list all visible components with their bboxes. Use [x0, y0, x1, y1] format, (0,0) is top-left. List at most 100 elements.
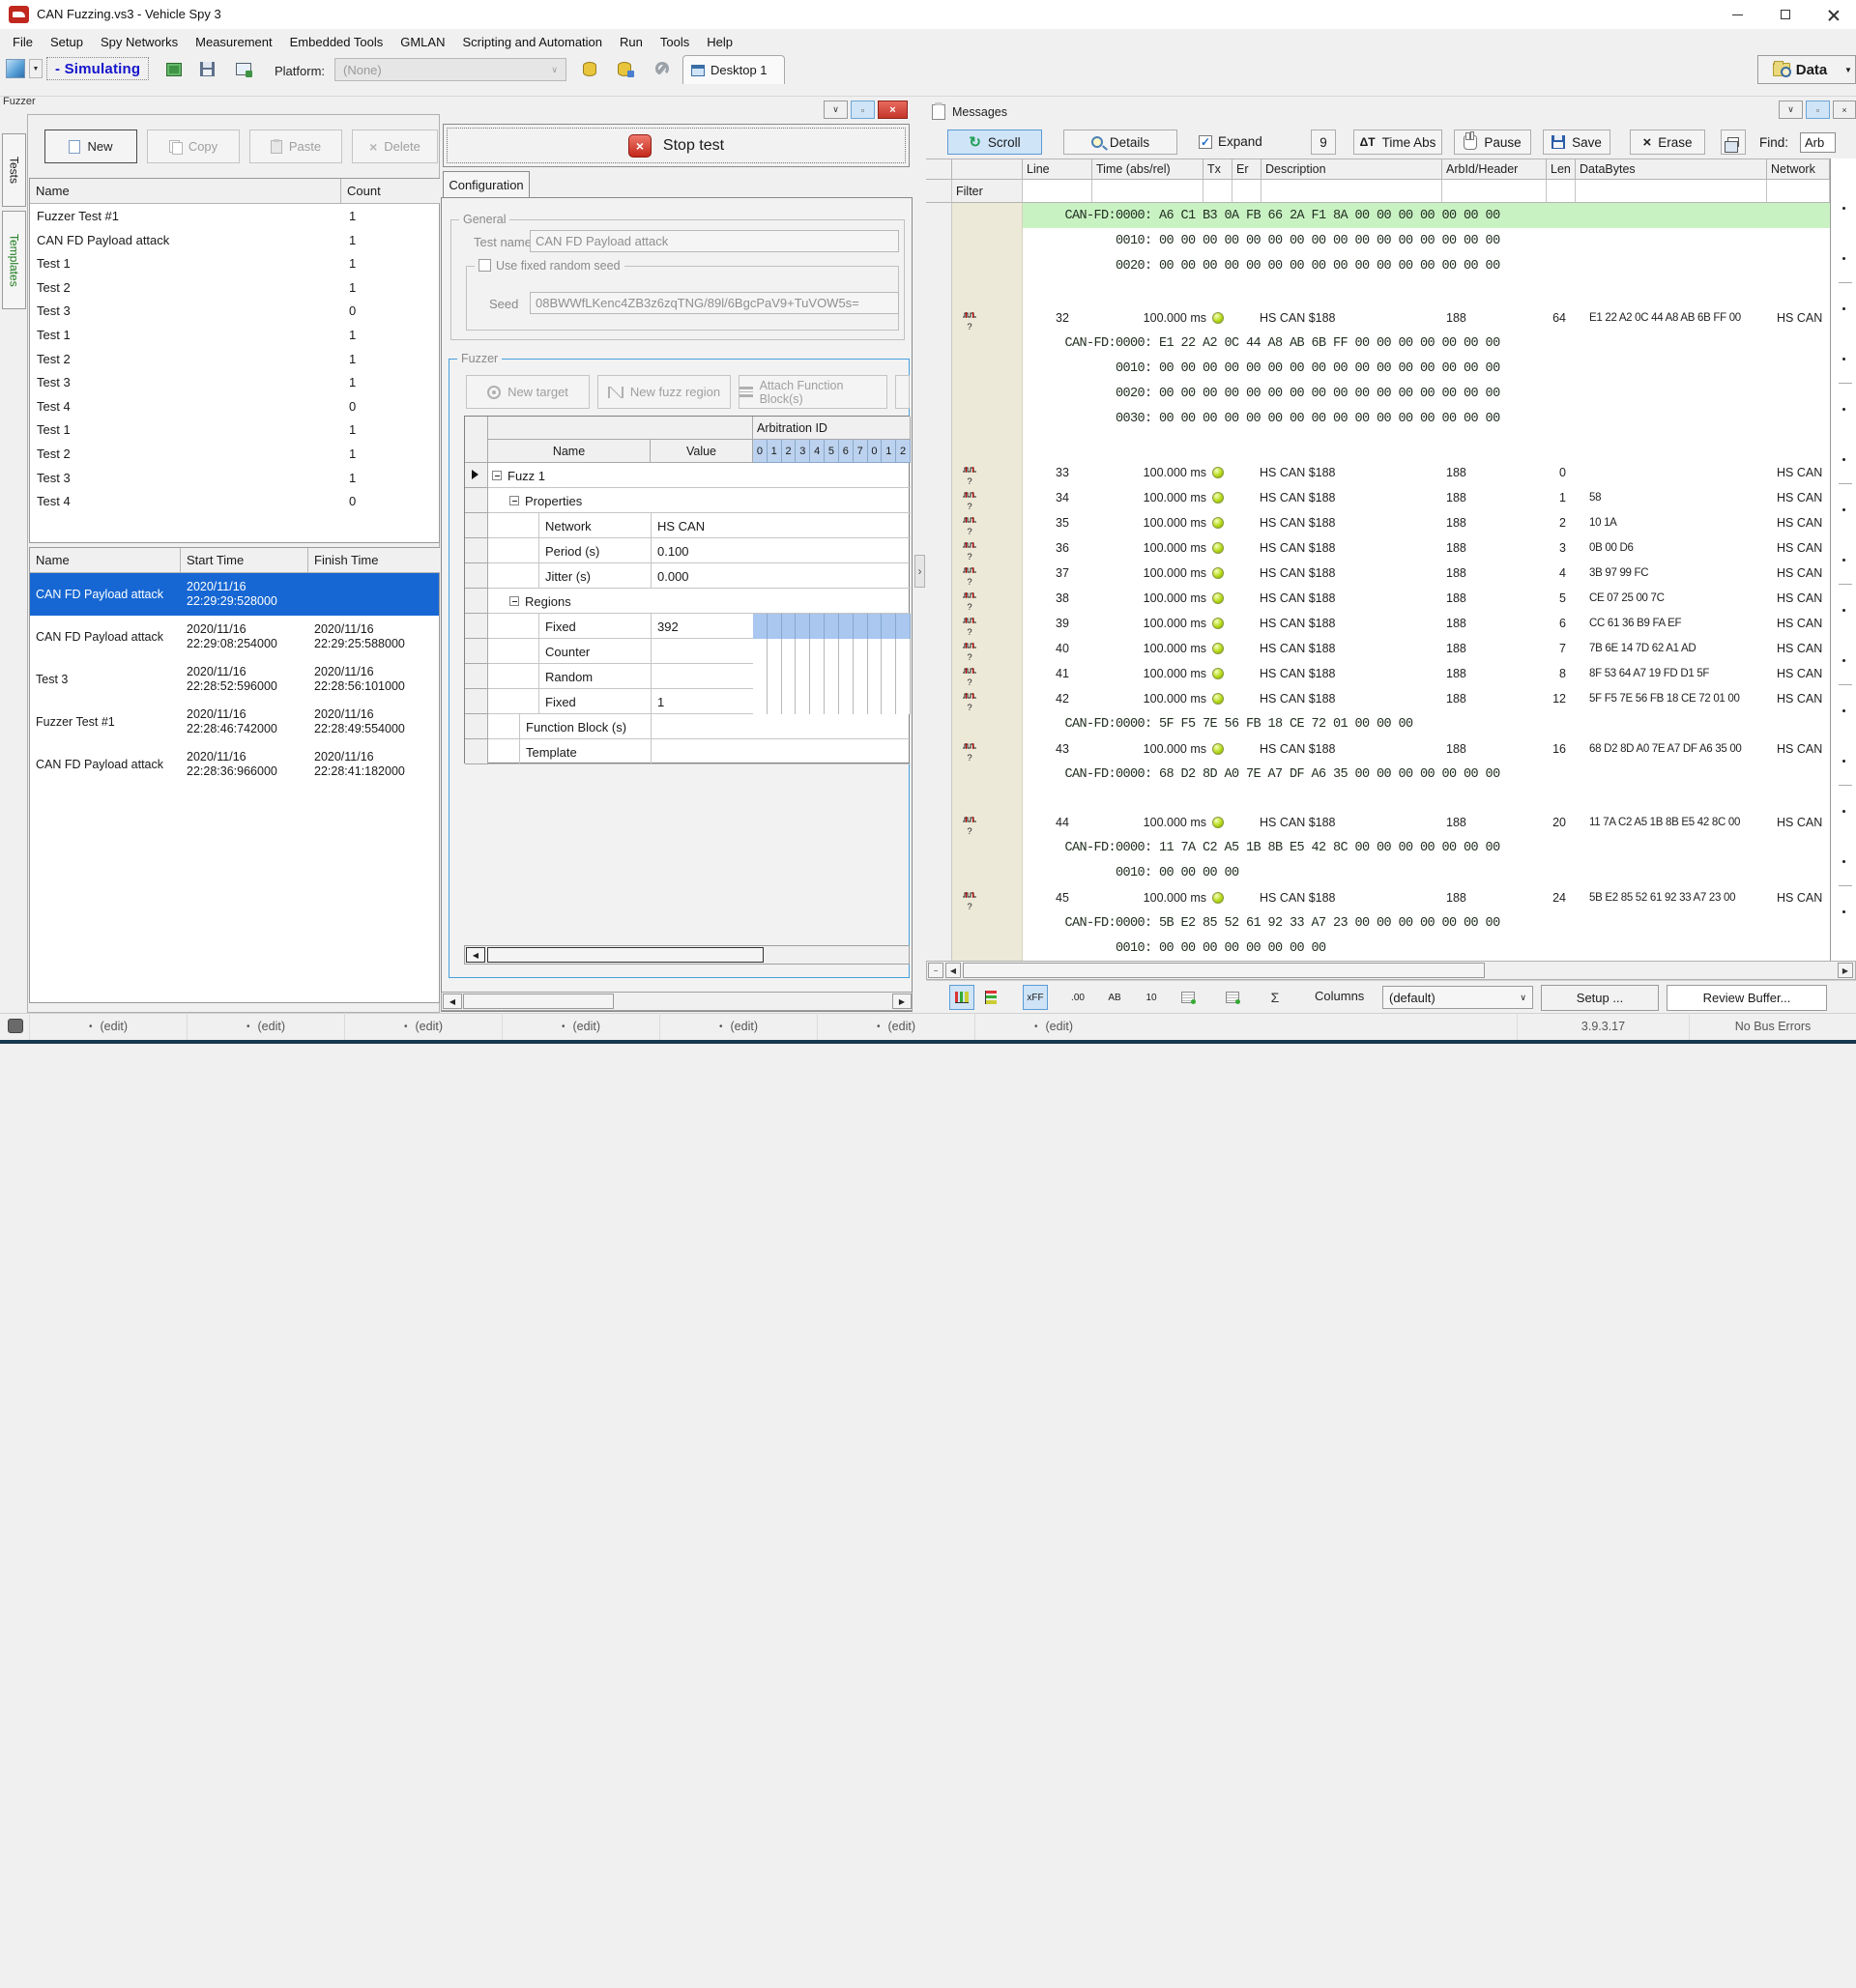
runs-col-finish[interactable]: Finish Time	[308, 548, 440, 573]
bit-cell[interactable]	[796, 664, 810, 689]
hex-dump-row[interactable]: CAN-FD:0000 : E1 22 A2 0C 44 A8 AB 6B FF…	[926, 331, 1856, 356]
row-selector[interactable]	[465, 513, 488, 538]
hex-dump-row[interactable]: 0010 : 00 00 00 00 00 00 00 00 00 00 00 …	[926, 356, 1856, 381]
status-edit-cell[interactable]: •(edit)	[29, 1013, 187, 1040]
hex-dump-row[interactable]: 0010 : 00 00 00 00 00 00 00 00	[926, 936, 1856, 961]
hex-dump-row[interactable]: CAN-FD:0000 : A6 C1 B3 0A FB 66 2A F1 8A…	[926, 203, 1856, 228]
bit-cell[interactable]	[825, 614, 839, 639]
test-row[interactable]: Test 11	[30, 251, 439, 275]
bit-cell[interactable]	[896, 639, 911, 664]
delete-button[interactable]: × Delete	[352, 130, 438, 163]
tab-tests[interactable]: Tests	[2, 133, 26, 207]
wrench-icon[interactable]	[650, 58, 673, 80]
bit-cell[interactable]	[782, 614, 797, 639]
hex-dump-row[interactable]: CAN-FD:0000 : 5F F5 7E 56 FB 18 CE 72 01…	[926, 711, 1856, 736]
fuzz-grid-hscrollbar[interactable]: ◀	[464, 945, 910, 965]
status-edit-cell[interactable]: •(edit)	[659, 1013, 817, 1040]
grid-header-bit[interactable]: 0	[868, 440, 883, 463]
bit-cell[interactable]	[810, 689, 825, 714]
status-edit-cell[interactable]: •(edit)	[502, 1013, 659, 1040]
message-row[interactable]: ?34100.000 msHS CAN $188188158HS CAN	[926, 485, 1856, 510]
test-row[interactable]: Test 21	[30, 275, 439, 300]
row-selector[interactable]	[465, 563, 488, 589]
bit-cell[interactable]	[825, 639, 839, 664]
test-row[interactable]: Test 11	[30, 323, 439, 347]
attach-function-blocks-button[interactable]: Attach Function Block(s)	[739, 375, 887, 409]
bit-cell[interactable]	[868, 689, 883, 714]
find-input[interactable]: Arb	[1800, 132, 1836, 153]
bit-cell[interactable]	[896, 664, 911, 689]
fuzz-grid-row[interactable]: Period (s)0.100	[465, 538, 911, 563]
bit-cell[interactable]	[854, 664, 868, 689]
copy-button[interactable]: Copy	[147, 130, 240, 163]
bit-cell[interactable]	[825, 664, 839, 689]
filter-cell[interactable]	[1232, 180, 1262, 203]
bit-cell[interactable]	[796, 689, 810, 714]
scroll-thumb[interactable]	[463, 994, 614, 1009]
maximize-button[interactable]	[1763, 0, 1808, 29]
message-row[interactable]: ?45100.000 msHS CAN $188188245B E2 85 52…	[926, 885, 1856, 910]
message-row[interactable]: ?33100.000 msHS CAN $1881880HS CAN	[926, 460, 1856, 485]
simulating-indicator[interactable]: - Simulating	[46, 57, 149, 80]
bit-cell[interactable]	[810, 664, 825, 689]
test-row[interactable]: Test 21	[30, 442, 439, 466]
test-row[interactable]: Test 11	[30, 418, 439, 442]
grid-header-bit[interactable]: 1	[882, 440, 896, 463]
scroll-left-button[interactable]: ◀	[466, 947, 485, 963]
scroll-toggle-button[interactable]: ↻ Scroll	[947, 130, 1042, 155]
bit-cell[interactable]	[882, 639, 896, 664]
grid-header-bit[interactable]: 5	[825, 440, 839, 463]
time-abs-button[interactable]: ΔT Time Abs	[1353, 130, 1442, 155]
expand-collapse-icon[interactable]	[509, 496, 519, 505]
bit-cell[interactable]	[854, 614, 868, 639]
review-buffer-button[interactable]: Review Buffer...	[1667, 985, 1827, 1011]
run-row[interactable]: CAN FD Payload attack2020/11/16 22:29:08…	[30, 616, 439, 658]
bit-cell[interactable]	[882, 664, 896, 689]
messages-list[interactable]: CAN-FD:0000 : A6 C1 B3 0A FB 66 2A F1 8A…	[926, 203, 1856, 961]
expand-collapse-icon[interactable]	[492, 471, 502, 480]
hex-dump-row[interactable]: CAN-FD:0000 : 11 7A C2 A5 1B 8B E5 42 8C…	[926, 835, 1856, 860]
setup-button[interactable]: Setup ...	[1541, 985, 1659, 1011]
test-row[interactable]: Test 21	[30, 347, 439, 371]
message-row[interactable]: ?37100.000 msHS CAN $18818843B 97 99 FCH…	[926, 561, 1856, 586]
fuzz-grid-row[interactable]: NetworkHS CAN	[465, 513, 911, 538]
erase-button[interactable]: × Erase	[1630, 130, 1705, 155]
data-logger-icon[interactable]	[232, 58, 255, 80]
test-row[interactable]: Fuzzer Test #11	[30, 204, 439, 228]
config-hscrollbar[interactable]: ◀ ▶	[441, 992, 913, 1011]
database-add-icon[interactable]	[613, 58, 636, 80]
bit-cell[interactable]	[854, 639, 868, 664]
row-value[interactable]: 392	[651, 614, 753, 639]
message-row[interactable]: ?36100.000 msHS CAN $18818830B 00 D6HS C…	[926, 535, 1856, 561]
seed-checkbox[interactable]	[478, 259, 491, 272]
graph-rows-icon[interactable]	[978, 985, 1003, 1010]
config-close-button[interactable]: ×	[878, 101, 908, 119]
grid-header-bit[interactable]: 2	[782, 440, 797, 463]
seed-field[interactable]: 08BWWfLKenc4ZB3z6zqTNG/89l/6BgcPaV9+TuVO…	[530, 292, 899, 314]
fuzz-grid-row[interactable]: Fuzz 1	[465, 463, 911, 488]
messages-hscrollbar[interactable]: − ◀ ▶	[926, 961, 1856, 980]
column-header-arbid-header[interactable]: ArbId/Header	[1442, 158, 1547, 180]
bit-cell[interactable]	[882, 689, 896, 714]
signal-list-alt-icon[interactable]	[1220, 985, 1245, 1010]
scroll-thumb[interactable]	[487, 947, 764, 963]
filter-cell[interactable]	[1767, 180, 1830, 203]
hex-dump-row[interactable]: 0030 : 00 00 00 00 00 00 00 00 00 00 00 …	[926, 406, 1856, 431]
menu-help[interactable]: Help	[698, 35, 741, 49]
scroll-thumb[interactable]	[963, 963, 1485, 978]
bit-cell[interactable]	[753, 689, 768, 714]
bookmark-strip[interactable]	[1830, 158, 1856, 961]
test-row[interactable]: CAN FD Payload attack1	[30, 228, 439, 252]
bit-cell[interactable]	[810, 639, 825, 664]
bit-cell[interactable]	[782, 664, 797, 689]
row-value[interactable]: 0.000	[651, 563, 753, 589]
new-target-button[interactable]: New target	[466, 375, 590, 409]
grid-header-bit[interactable]: 4	[810, 440, 825, 463]
row-value[interactable]: 1	[651, 689, 753, 714]
fuzz-grid-row[interactable]: Regions	[465, 589, 911, 614]
row-selector[interactable]	[465, 488, 488, 513]
column-header-len[interactable]: Len	[1547, 158, 1576, 180]
bit-cell[interactable]	[753, 614, 768, 639]
message-row[interactable]: ?41100.000 msHS CAN $18818888F 53 64 A7 …	[926, 661, 1856, 686]
bit-cell[interactable]	[782, 689, 797, 714]
